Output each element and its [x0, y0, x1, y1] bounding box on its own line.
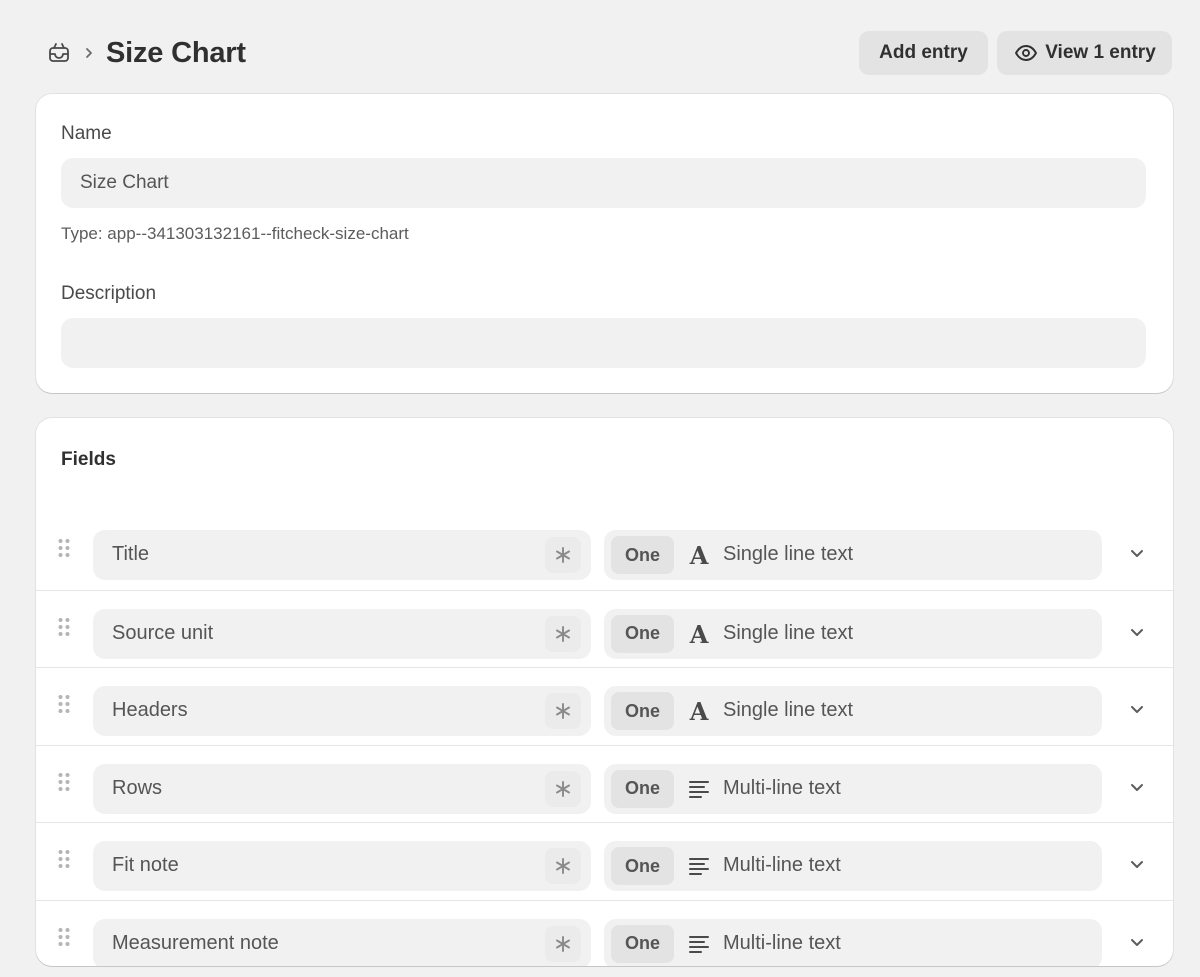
cardinality-badge: One	[611, 536, 674, 574]
field-name-input[interactable]: Rows	[93, 763, 591, 814]
field-name: Headers	[112, 699, 188, 721]
view-entries-button[interactable]: View 1 entry	[997, 31, 1172, 75]
field-name-input[interactable]: Measurement note	[93, 918, 591, 966]
required-asterisk-icon[interactable]	[545, 537, 581, 573]
drag-handle-icon[interactable]	[56, 615, 72, 639]
field-type-selector[interactable]: One A Single line text	[604, 686, 1102, 736]
field-type-selector[interactable]: One A Single line text	[604, 530, 1102, 580]
required-asterisk-icon[interactable]	[545, 925, 581, 962]
svg-text:A: A	[689, 699, 709, 723]
cardinality-badge: One	[611, 769, 674, 808]
field-row: Title One A Single line text	[36, 512, 1173, 589]
text-A-icon: A	[686, 698, 712, 724]
field-row: Measurement note One Multi-line text	[36, 899, 1173, 966]
chevron-down-icon[interactable]	[1126, 698, 1148, 720]
page: Size Chart Add entry View 1 entry Name S…	[0, 0, 1200, 977]
field-type-label: Single line text	[723, 621, 854, 644]
field-name: Source unit	[112, 621, 214, 644]
eye-icon	[1013, 40, 1039, 66]
chevron-right-icon	[76, 40, 102, 66]
field-name-input[interactable]: Headers	[93, 686, 591, 736]
fields-title: Fields	[61, 449, 116, 470]
drag-handle-icon[interactable]	[56, 847, 72, 871]
chevron-down-icon[interactable]	[1126, 776, 1148, 798]
field-row: Fit note One Multi-line text	[36, 822, 1173, 899]
drag-handle-icon[interactable]	[56, 536, 72, 560]
svg-text:A: A	[689, 543, 709, 567]
cardinality-badge: One	[611, 614, 674, 653]
cardinality-badge: One	[611, 924, 674, 963]
field-type-label: Multi-line text	[723, 931, 841, 954]
required-asterisk-icon[interactable]	[545, 848, 581, 884]
cardinality-badge: One	[611, 692, 674, 730]
breadcrumb: Size Chart	[46, 34, 246, 72]
multiline-icon	[686, 853, 712, 879]
name-input[interactable]: Size Chart	[61, 158, 1146, 208]
chevron-down-icon[interactable]	[1126, 853, 1148, 875]
definition-card: Name Size Chart Type: app--341303132161-…	[36, 94, 1173, 393]
name-label: Name	[61, 123, 112, 144]
field-name: Rows	[112, 776, 163, 799]
view-entries-label: View 1 entry	[1045, 42, 1156, 63]
field-name-input[interactable]: Source unit	[93, 608, 591, 659]
metaobject-icon[interactable]	[46, 40, 72, 66]
text-A-icon: A	[686, 621, 712, 647]
field-name: Fit note	[112, 854, 179, 876]
required-asterisk-icon[interactable]	[545, 615, 581, 652]
multiline-icon	[686, 931, 712, 957]
field-type-selector[interactable]: One Multi-line text	[604, 841, 1102, 891]
required-asterisk-icon[interactable]	[545, 770, 581, 807]
drag-handle-icon[interactable]	[56, 692, 72, 716]
field-name: Title	[112, 543, 150, 565]
chevron-down-icon[interactable]	[1126, 621, 1148, 643]
required-asterisk-icon[interactable]	[545, 693, 581, 729]
field-type-label: Multi-line text	[723, 776, 841, 799]
field-name-input[interactable]: Title	[93, 530, 591, 580]
field-row: Headers One A Single line text	[36, 667, 1173, 744]
cardinality-badge: One	[611, 847, 674, 885]
type-identifier: Type: app--341303132161--fitcheck-size-c…	[61, 224, 409, 243]
add-entry-button[interactable]: Add entry	[859, 31, 988, 75]
fields-card: Fields Title One A Single line text Sour…	[36, 418, 1173, 966]
svg-text:A: A	[689, 622, 709, 646]
field-name-input[interactable]: Fit note	[93, 841, 591, 891]
description-label: Description	[61, 283, 157, 304]
text-A-icon: A	[686, 542, 712, 568]
drag-handle-icon[interactable]	[56, 770, 72, 794]
field-type-label: Multi-line text	[723, 854, 841, 876]
chevron-down-icon[interactable]	[1126, 542, 1148, 564]
chevron-down-icon[interactable]	[1126, 931, 1148, 953]
field-row: Source unit One A Single line text	[36, 589, 1173, 667]
field-type-label: Single line text	[723, 699, 854, 721]
field-name: Measurement note	[112, 931, 279, 954]
description-input[interactable]	[61, 318, 1146, 368]
field-type-selector[interactable]: One A Single line text	[604, 608, 1102, 659]
field-type-selector[interactable]: One Multi-line text	[604, 918, 1102, 966]
page-title: Size Chart	[106, 36, 246, 69]
field-row: Rows One Multi-line text	[36, 744, 1173, 822]
name-input-value: Size Chart	[80, 172, 169, 193]
add-entry-label: Add entry	[879, 42, 968, 63]
page-header: Size Chart Add entry View 1 entry	[0, 0, 1200, 94]
drag-handle-icon[interactable]	[56, 925, 72, 949]
multiline-icon	[686, 776, 712, 802]
field-type-label: Single line text	[723, 543, 854, 565]
field-type-selector[interactable]: One Multi-line text	[604, 763, 1102, 814]
